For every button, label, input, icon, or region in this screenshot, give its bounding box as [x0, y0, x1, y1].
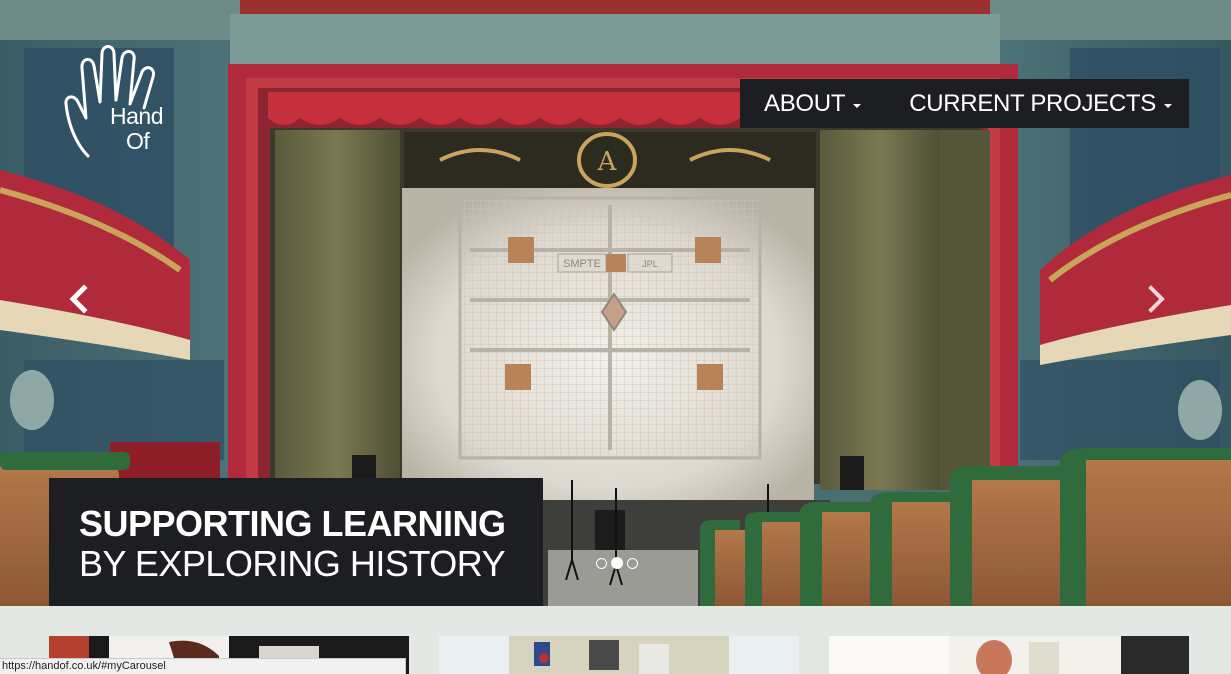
project-image [829, 636, 1189, 674]
chevron-left-icon [69, 284, 88, 314]
main-nav: ABOUT CURRENT PROJECTS [740, 79, 1189, 128]
logo-text-of: Of [126, 128, 150, 154]
nav-item-about[interactable]: ABOUT [740, 79, 885, 128]
carousel-prev-button[interactable] [58, 276, 98, 322]
caret-down-icon [853, 103, 862, 108]
carousel-indicators [596, 557, 638, 569]
chevron-right-icon [1148, 285, 1165, 313]
caret-down-icon [1163, 103, 1172, 108]
nav-item-current-projects[interactable]: CURRENT PROJECTS [885, 79, 1196, 128]
hand-of-logo[interactable]: Hand Of [58, 44, 188, 166]
hero-carousel[interactable]: A SMPTE JPL Hand Of ABOUT CURRENT PROJEC… [0, 0, 1231, 606]
screen-label-right: JPL [642, 259, 658, 269]
carousel-indicator-2[interactable] [611, 557, 623, 569]
proscenium-letter: A [597, 147, 618, 177]
project-thumbnail-2[interactable] [439, 636, 799, 674]
carousel-indicator-3[interactable] [627, 557, 638, 569]
project-thumbnail-3[interactable] [829, 636, 1189, 674]
nav-item-label: ABOUT [764, 89, 846, 117]
browser-status-bar: https://handof.co.uk/#myCarousel [0, 658, 406, 674]
project-image [439, 636, 799, 674]
carousel-indicator-1[interactable] [596, 557, 607, 569]
caption-subheadline: BY EXPLORING HISTORY [79, 543, 506, 584]
page: A SMPTE JPL Hand Of ABOUT CURRENT PROJEC… [0, 0, 1231, 674]
carousel-next-button[interactable] [1137, 276, 1177, 322]
carousel-caption: SUPPORTING LEARNING BY EXPLORING HISTORY [49, 478, 543, 606]
logo-text-hand: Hand [110, 103, 163, 129]
screen-label-left: SMPTE [563, 258, 601, 270]
nav-item-label: CURRENT PROJECTS [909, 89, 1156, 117]
caption-headline: SUPPORTING LEARNING [79, 503, 506, 544]
